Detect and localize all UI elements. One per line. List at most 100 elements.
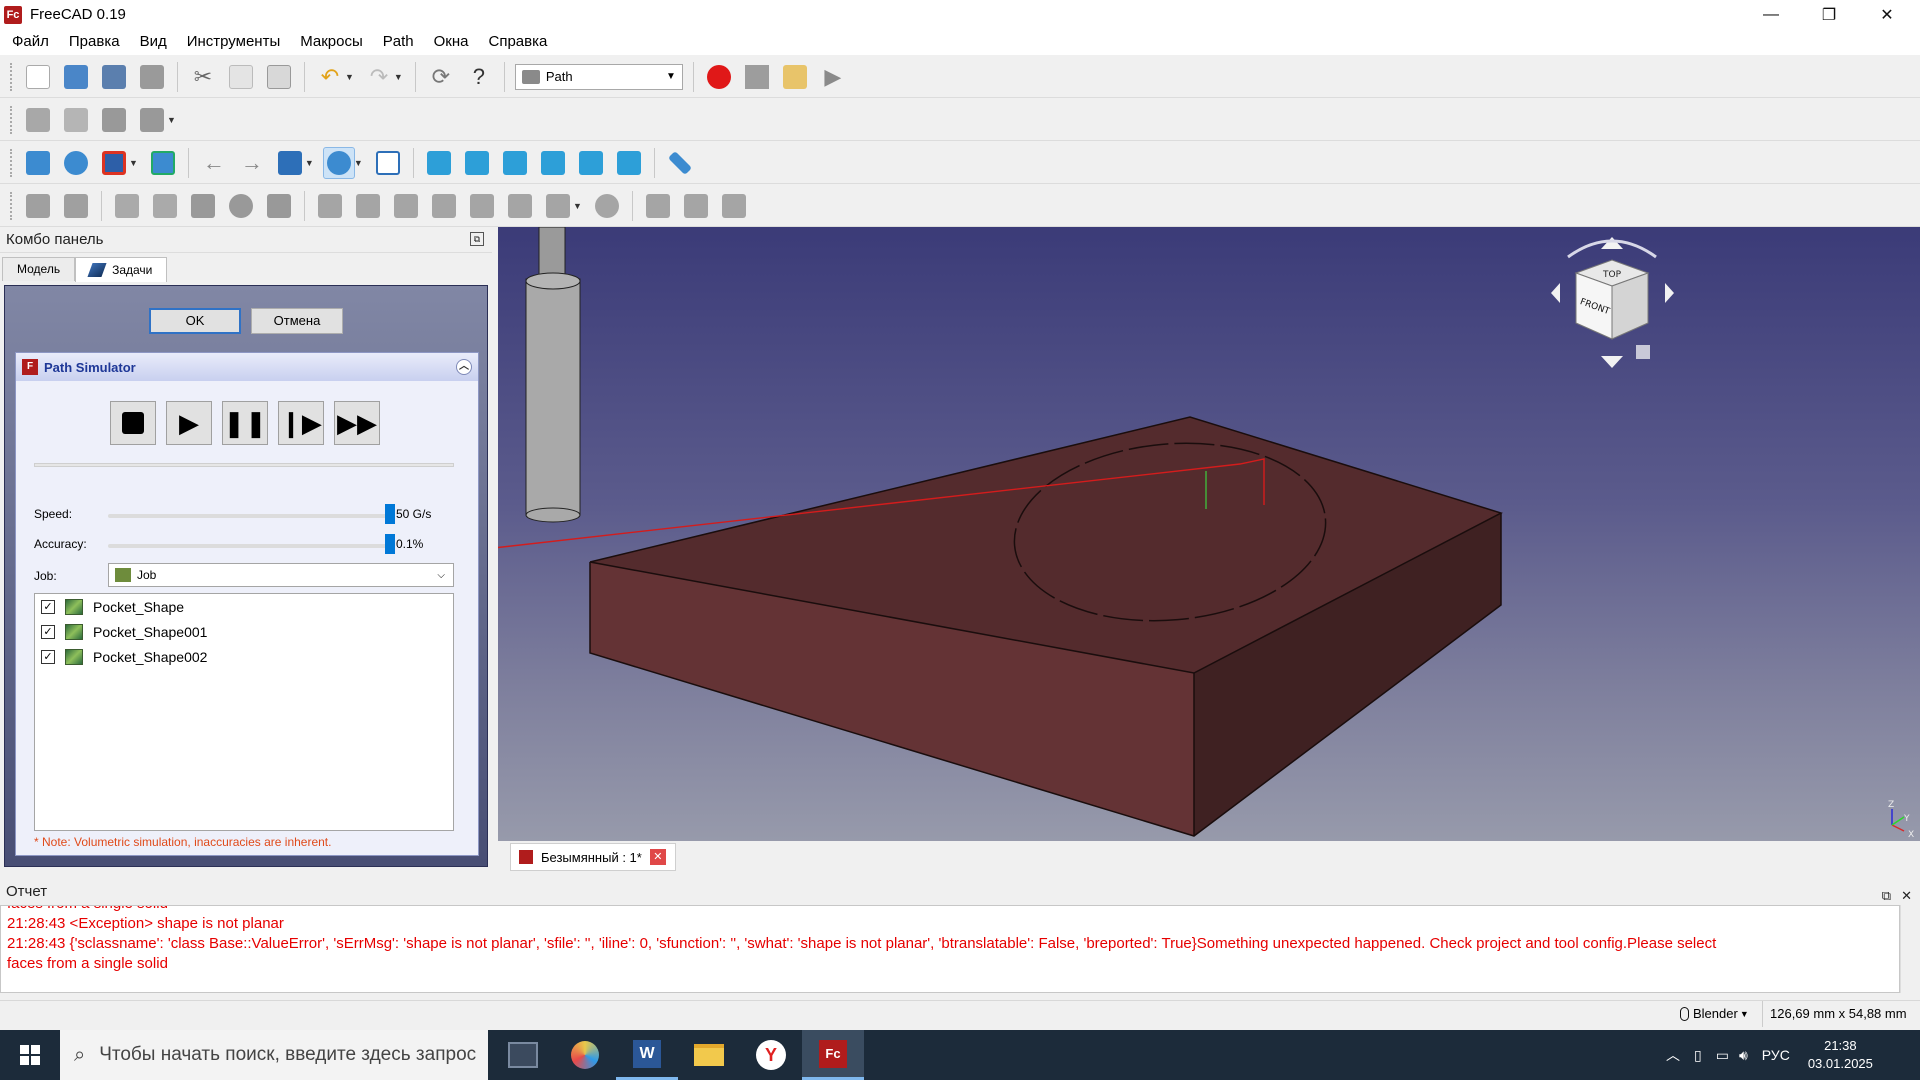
job-select[interactable]: Job ⌵ — [108, 563, 454, 587]
whats-this-button[interactable]: ? — [463, 61, 495, 93]
path-adaptive-button[interactable] — [466, 190, 498, 222]
taskbar-yandex[interactable]: Y — [740, 1030, 802, 1080]
taskbar-paint[interactable] — [554, 1030, 616, 1080]
paste-button[interactable] — [263, 61, 295, 93]
workbench-selector[interactable]: Path ▼ — [514, 63, 683, 90]
toolbar-grip[interactable] — [10, 105, 13, 134]
start-button[interactable] — [0, 1030, 60, 1080]
accuracy-slider[interactable] — [108, 544, 390, 548]
redo-button[interactable]: ↷ — [363, 61, 395, 93]
rear-view-button[interactable] — [537, 147, 569, 179]
toolbar-grip[interactable] — [10, 148, 13, 177]
path-simulator-button[interactable] — [149, 190, 181, 222]
fit-all-button[interactable] — [22, 147, 54, 179]
menu-windows[interactable]: Окна — [424, 29, 479, 55]
volume-icon[interactable]: 🔊︎ — [1739, 1047, 1748, 1064]
undo-button[interactable]: ↶ — [314, 61, 346, 93]
menu-view[interactable]: Вид — [130, 29, 177, 55]
path-post-process-button[interactable] — [60, 190, 92, 222]
new-file-button[interactable] — [22, 61, 54, 93]
print-button[interactable] — [136, 61, 168, 93]
language-indicator[interactable]: РУС — [1762, 1047, 1790, 1063]
path-simple-copy-button[interactable] — [718, 190, 750, 222]
link-actions-button[interactable] — [136, 104, 168, 136]
network-icon[interactable]: ▭ — [1716, 1047, 1729, 1064]
maximize-button[interactable]: ❐ — [1800, 0, 1858, 29]
redo-dropdown-icon[interactable]: ▼ — [394, 72, 403, 82]
taskbar-search[interactable]: ⌕ Чтобы начать поиск, введите здесь запр… — [60, 1030, 488, 1080]
report-output[interactable]: faces from a single solid 21:28:43 <Exce… — [0, 905, 1900, 993]
navigation-style-button[interactable]: Blender ▼ — [1680, 1006, 1749, 1021]
forward-button[interactable]: → — [236, 147, 268, 179]
toolbar-grip[interactable] — [10, 191, 13, 220]
path-mill-face-button[interactable] — [390, 190, 422, 222]
macro-record-button[interactable] — [703, 61, 735, 93]
list-item[interactable]: ✓ Pocket_Shape — [35, 594, 453, 619]
ok-button[interactable]: OK — [149, 308, 241, 334]
fast-forward-sim-button[interactable]: ▶▶ — [334, 401, 380, 445]
sync-view-button[interactable] — [274, 147, 306, 179]
menu-edit[interactable]: Правка — [59, 29, 130, 55]
checkbox[interactable]: ✓ — [41, 649, 55, 664]
navigation-cube[interactable]: TOP FRONT — [1551, 237, 1674, 368]
undock-icon[interactable]: ⧉ — [470, 232, 484, 246]
link-dropdown-icon[interactable]: ▼ — [167, 115, 176, 125]
taskbar-freecad[interactable]: Fc — [802, 1030, 864, 1080]
menu-help[interactable]: Справка — [479, 29, 558, 55]
checkbox[interactable]: ✓ — [41, 599, 55, 614]
pause-sim-button[interactable]: ❚❚ — [222, 401, 268, 445]
link-button[interactable] — [98, 104, 130, 136]
path-copy-button[interactable] — [642, 190, 674, 222]
zoom-button[interactable] — [322, 146, 355, 179]
menu-path[interactable]: Path — [373, 29, 424, 55]
bottom-view-button[interactable] — [575, 147, 607, 179]
stop-sim-button[interactable] — [110, 401, 156, 445]
path-3d-pocket-button[interactable] — [542, 190, 574, 222]
play-sim-button[interactable]: ▶ — [166, 401, 212, 445]
collapse-icon[interactable]: ︿ — [456, 359, 472, 375]
path-toolbit-button[interactable] — [225, 190, 257, 222]
open-file-button[interactable] — [60, 61, 92, 93]
path-array-button[interactable] — [680, 190, 712, 222]
path-dressup-button[interactable] — [591, 190, 623, 222]
path-profile-button[interactable] — [314, 190, 346, 222]
nav-rotate-down-icon[interactable] — [1601, 356, 1623, 368]
chevron-up-icon[interactable]: ︿ — [1666, 1045, 1680, 1065]
toolbar-grip[interactable] — [10, 62, 13, 91]
top-view-button[interactable] — [461, 147, 493, 179]
path-stock-button[interactable] — [187, 190, 219, 222]
3d-viewport[interactable]: TOP FRONT Z Y X — [457, 226, 1920, 841]
speed-slider-handle[interactable] — [385, 504, 395, 524]
checkbox[interactable]: ✓ — [41, 624, 55, 639]
save-button[interactable] — [98, 61, 130, 93]
refresh-button[interactable]: ⟳ — [425, 61, 457, 93]
copy-button[interactable] — [225, 61, 257, 93]
close-window-button[interactable]: ✕ — [1858, 0, 1916, 29]
path-tool-library-button[interactable] — [263, 190, 295, 222]
path-job-button[interactable] — [22, 190, 54, 222]
minimize-button[interactable]: — — [1742, 0, 1800, 29]
taskbar-calculator[interactable] — [492, 1030, 554, 1080]
taskbar-word[interactable]: W — [616, 1030, 678, 1080]
draw-style-dropdown-icon[interactable]: ▼ — [129, 158, 138, 168]
menu-file[interactable]: Файл — [2, 29, 59, 55]
3d-ops-dropdown-icon[interactable]: ▼ — [573, 201, 582, 211]
menu-tools[interactable]: Инструменты — [177, 29, 291, 55]
nav-rotate-right-icon[interactable] — [1665, 283, 1674, 303]
usb-drive-icon[interactable]: ▯ — [1694, 1047, 1702, 1064]
speed-slider[interactable] — [108, 514, 390, 518]
fit-selection-button[interactable] — [60, 147, 92, 179]
list-item[interactable]: ✓ Pocket_Shape002 — [35, 644, 453, 669]
isometric-view-button[interactable] — [372, 147, 404, 179]
right-view-button[interactable] — [499, 147, 531, 179]
bounding-box-button[interactable] — [147, 147, 179, 179]
sync-view-dropdown-icon[interactable]: ▼ — [305, 158, 314, 168]
path-helix-button[interactable] — [428, 190, 460, 222]
tab-tasks[interactable]: Задачи — [75, 257, 168, 282]
back-button[interactable]: ← — [198, 147, 230, 179]
tab-model[interactable]: Модель — [2, 257, 76, 281]
macro-stop-button[interactable] — [741, 61, 773, 93]
draw-style-button[interactable] — [98, 147, 130, 179]
path-pocket-button[interactable] — [352, 190, 384, 222]
macro-edit-button[interactable] — [779, 61, 811, 93]
